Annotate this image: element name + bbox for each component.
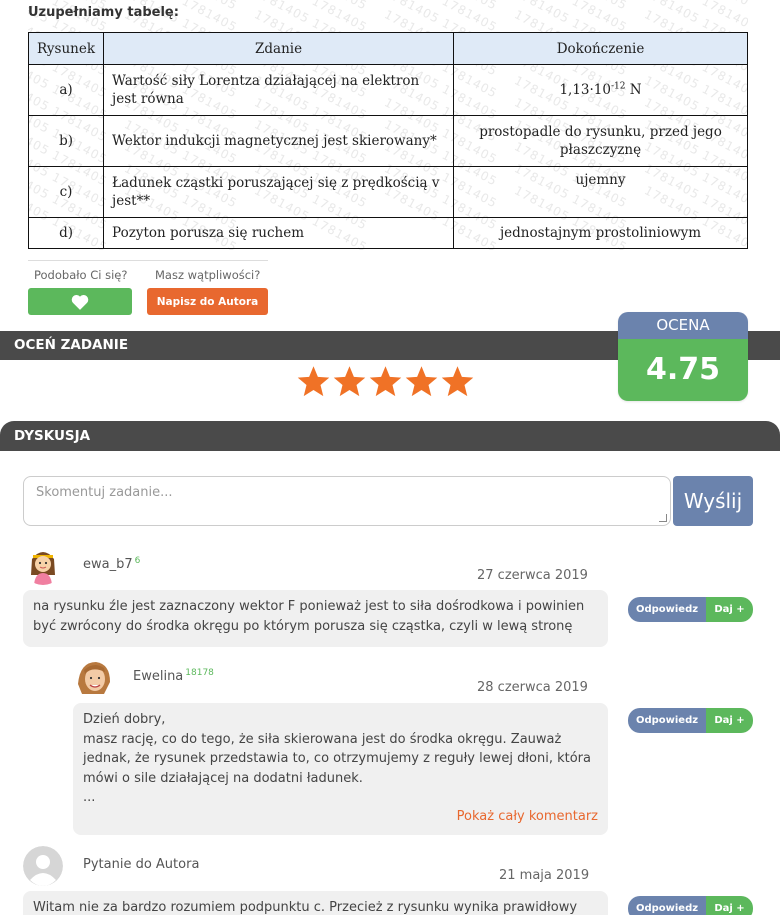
table-row: a) Wartość siły Lorentza działającej na …	[27, 64, 748, 116]
comment-username[interactable]: ewa_b7 6	[83, 555, 141, 572]
comment-username[interactable]: Ewelina 18178	[133, 667, 214, 684]
table-header-sentence: Zdanie	[103, 32, 455, 65]
table-row: d) Pozyton porusza się ruchem jednostajn…	[27, 217, 748, 249]
answer-table: Rysunek Zdanie Dokończenie a) Wartość si…	[27, 32, 748, 249]
send-button[interactable]: Wyślij	[673, 476, 753, 526]
comment-line: na rysunku źle jest zaznaczony wektor F …	[33, 599, 585, 614]
table-cell-completion: jednostajnym prostoliniowym	[453, 217, 748, 249]
give-plus-button[interactable]: Daj +	[706, 708, 753, 733]
comment-actions: Odpowiedz Daj +	[628, 708, 753, 733]
comment-date: 28 czerwca 2019	[477, 680, 588, 695]
watermark-text: 1781405 1781405	[252, 0, 370, 13]
liked-label: Podobało Ci się?	[34, 268, 128, 282]
table-cell-sentence: Wartość siły Lorentza działającej na ele…	[103, 64, 455, 116]
give-plus-button[interactable]: Daj +	[706, 896, 753, 915]
rating-star-icon[interactable]	[368, 364, 403, 399]
username-text: Ewelina	[133, 669, 184, 684]
comment-line: Witam nie za bardzo rozumiem podpunktu c…	[33, 900, 578, 915]
reply-button[interactable]: Odpowiedz	[628, 597, 706, 622]
comment-line: być zwrócony do środka okręgu po którym …	[33, 618, 573, 634]
username-text: Pytanie do Autora	[83, 857, 200, 872]
resize-handle[interactable]	[659, 514, 667, 522]
score-title: OCENA	[618, 312, 748, 339]
task-card: 1781405 1781405 1781405 1781405 1781405 17…	[0, 0, 780, 410]
write-to-author-button[interactable]: Napisz do Autora	[147, 288, 268, 315]
table-header-completion: Dokończenie	[453, 32, 748, 65]
score-badge: OCENA 4.75	[618, 312, 748, 401]
comment-line: masz rację, co do tego, że siła skierowa…	[83, 731, 562, 747]
comment-date: 21 maja 2019	[499, 868, 590, 883]
completion-unit: N	[625, 82, 642, 98]
comment-input[interactable]: Skomentuj zadanie...	[23, 476, 671, 526]
user-points: 18178	[185, 667, 214, 678]
completion-exponent: -12	[610, 81, 626, 92]
comment-line: mówi o sile działającej na dodatni ładun…	[83, 770, 363, 786]
watermark-text: 1781405 1781405	[382, 0, 500, 35]
avatar	[23, 846, 63, 886]
like-button[interactable]	[28, 288, 132, 315]
watermark-text: 1781405 1781405	[512, 0, 630, 35]
watermark-text: 1781405 1781405	[382, 0, 500, 13]
show-full-comment-link[interactable]: Pokaż cały komentarz	[457, 807, 598, 827]
task-intro: Uzupełniamy tabelę:	[28, 5, 179, 20]
comment-bubble: Dzień dobry, masz rację, co do tego, że …	[73, 703, 608, 835]
rating-star-icon[interactable]	[296, 364, 331, 399]
girl-avatar-icon	[23, 545, 63, 585]
comment-bubble: Witam nie za bardzo rozumiem podpunktu c…	[23, 891, 608, 915]
username-text: ewa_b7	[83, 557, 133, 572]
table-cell-completion: ujemny	[453, 166, 748, 218]
avatar	[74, 658, 114, 698]
rating-stars	[296, 364, 475, 399]
comment-username[interactable]: Pytanie do Autora	[83, 857, 199, 872]
give-plus-button[interactable]: Daj +	[706, 597, 753, 622]
watermark-text: 1781405 1781405	[512, 0, 630, 13]
watermark-text: 1781405 1781405	[642, 0, 748, 35]
avatar	[23, 545, 63, 585]
table-cell-sentence: Wektor indukcji magnetycznej jest skiero…	[103, 115, 455, 167]
comment-line: ...	[83, 790, 96, 805]
comment-placeholder: Skomentuj zadanie...	[36, 485, 173, 500]
table-cell-completion: prostopadle do rysunku, przed jego płasz…	[453, 115, 748, 167]
doubt-label: Masz wątpliwości?	[155, 268, 261, 282]
comment-line: jednak, że rysunek przedstawia to, co ot…	[83, 751, 591, 766]
table-cell-sentence: Pozyton porusza się ruchem	[103, 217, 455, 249]
heart-icon	[71, 294, 89, 310]
table-cell-completion: 1,13·10-12 N	[453, 64, 748, 116]
table-row: c) Ładunek cząstki poruszającej się z pr…	[27, 166, 748, 218]
default-user-icon	[23, 846, 63, 886]
user-points: 6	[134, 555, 141, 566]
rating-star-icon[interactable]	[404, 364, 439, 399]
comment-date: 27 czerwca 2019	[477, 568, 588, 583]
table-header-row: Rysunek Zdanie Dokończenie	[27, 32, 748, 65]
table-cell-figure: a)	[27, 64, 105, 116]
completion-base: 1,13·10	[559, 82, 611, 98]
woman-avatar-icon	[74, 658, 114, 698]
rating-star-icon[interactable]	[440, 364, 475, 399]
table-header-figure: Rysunek	[27, 32, 105, 65]
table-row: b) Wektor indukcji magnetycznej jest ski…	[27, 115, 748, 167]
rating-star-icon[interactable]	[332, 364, 367, 399]
comment-actions: Odpowiedz Daj +	[628, 597, 753, 622]
table-cell-figure: c)	[27, 166, 105, 218]
table-cell-sentence: Ładunek cząstki poruszającej się z prędk…	[103, 166, 455, 218]
watermark-text: 1781405 1781405	[252, 0, 370, 35]
comment-actions: Odpowiedz Daj +	[628, 896, 753, 915]
feedback-divider	[28, 260, 268, 261]
watermark-text: 1781405 1781405	[642, 0, 748, 13]
reply-button[interactable]: Odpowiedz	[628, 708, 706, 733]
table-cell-figure: d)	[27, 217, 105, 249]
comment-bubble: na rysunku źle jest zaznaczony wektor F …	[23, 590, 608, 647]
table-cell-figure: b)	[27, 115, 105, 167]
discussion-bar: DYSKUSJA	[0, 421, 780, 451]
reply-button[interactable]: Odpowiedz	[628, 896, 706, 915]
comment-line: Dzień dobry,	[83, 712, 166, 727]
score-value: 4.75	[618, 339, 748, 401]
